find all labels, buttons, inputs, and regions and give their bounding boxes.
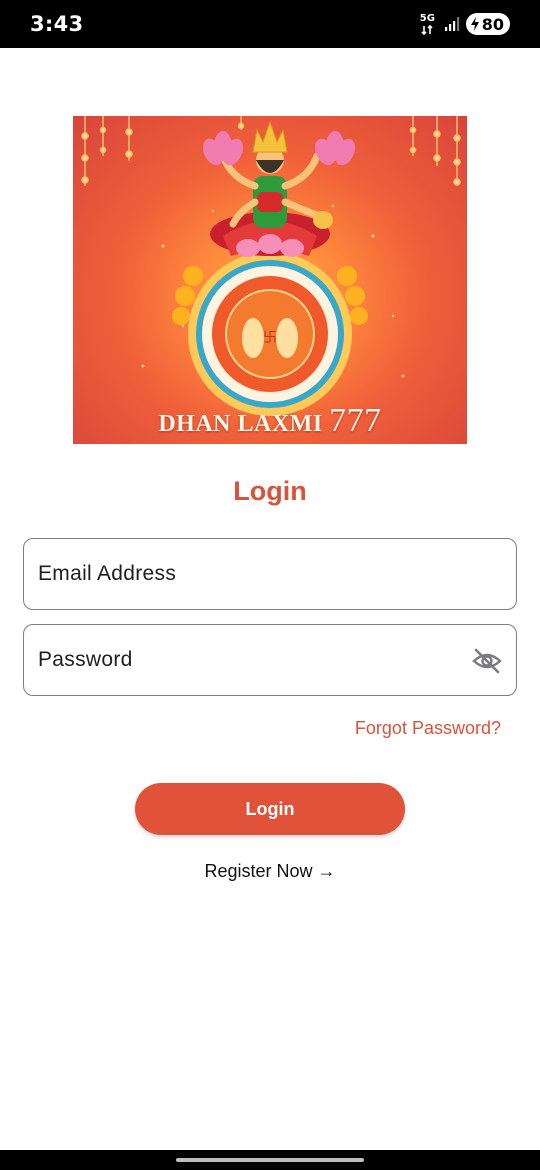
banner-title-number: 777 <box>329 402 382 439</box>
goddess-illustration: 卐 <box>81 116 461 416</box>
home-indicator[interactable] <box>176 1158 364 1162</box>
login-screen: 3:43 5G 80 卐 DHAN LAXMI 777 Login Email … <box>0 0 540 1170</box>
status-time: 3:43 <box>30 12 84 36</box>
eye-off-icon[interactable] <box>472 646 502 676</box>
signal-icon <box>444 17 459 31</box>
navigation-bar <box>0 1150 540 1170</box>
email-field[interactable] <box>23 538 517 610</box>
login-heading: Login <box>233 476 307 506</box>
login-button[interactable]: Login <box>135 783 405 835</box>
banner-title-text: DHAN LAXMI <box>158 411 323 437</box>
charging-bolt-icon <box>470 17 479 31</box>
register-now-link[interactable]: Register Now → <box>0 861 540 882</box>
status-bar: 3:43 5G 80 <box>0 0 540 48</box>
banner-title: DHAN LAXMI 777 <box>73 402 467 440</box>
battery-level: 80 <box>481 14 504 34</box>
forgot-password-link[interactable]: Forgot Password? <box>355 718 501 739</box>
svg-text:卐: 卐 <box>263 330 277 346</box>
banner-image: 卐 DHAN LAXMI 777 <box>73 116 467 444</box>
status-icons: 5G 80 <box>420 12 510 36</box>
email-input[interactable] <box>38 539 468 609</box>
battery-icon: 80 <box>465 13 510 35</box>
password-input[interactable] <box>38 625 468 695</box>
network-icon: 5G <box>420 13 438 35</box>
password-field[interactable] <box>23 624 517 696</box>
